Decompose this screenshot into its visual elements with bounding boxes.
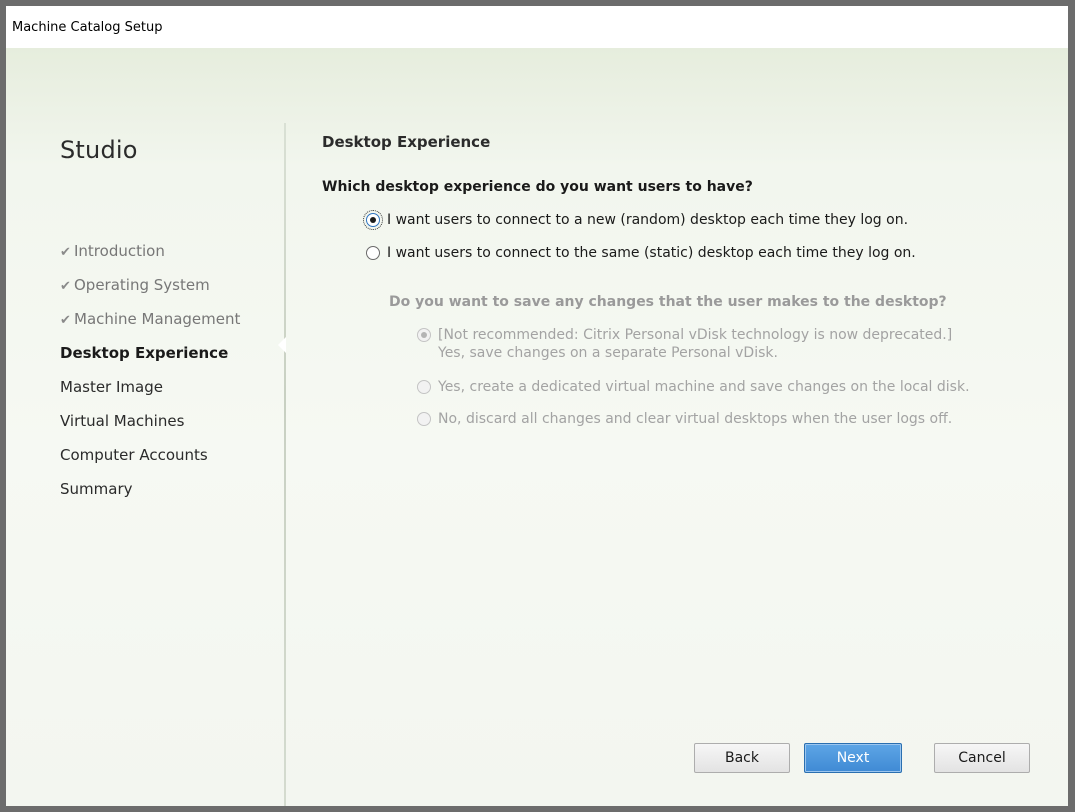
option-discard-changes[interactable]: No, discard all changes and clear virtua… — [417, 410, 952, 428]
dialog-content: Studio ✔ Introduction ✔ Operating System ✔… — [6, 48, 1068, 806]
step-desktop-experience: Desktop Experience — [60, 336, 240, 370]
step-label: Virtual Machines — [60, 412, 185, 430]
checkmark-icon: ✔ — [60, 279, 71, 294]
studio-brand: Studio — [60, 136, 138, 164]
sidebar-divider — [284, 123, 286, 806]
step-label: Introduction — [74, 242, 165, 260]
option-personal-vdisk[interactable]: [Not recommended: Citrix Personal vDisk … — [417, 326, 952, 362]
step-computer-accounts: Computer Accounts — [60, 438, 240, 472]
option-dedicated-vm[interactable]: Yes, create a dedicated virtual machine … — [417, 378, 970, 396]
radio-random-desktop[interactable] — [363, 210, 383, 230]
step-label: Operating System — [74, 276, 210, 294]
wizard-main-panel: Desktop Experience Which desktop experie… — [322, 48, 1068, 806]
title-bar: Machine Catalog Setup — [6, 6, 1068, 48]
step-introduction: ✔ Introduction — [60, 234, 240, 268]
radio-personal-vdisk[interactable] — [417, 328, 431, 342]
wizard-steps: ✔ Introduction ✔ Operating System ✔ Machine… — [60, 234, 240, 506]
checkmark-icon: ✔ — [60, 245, 71, 260]
step-machine-management: ✔ Machine Management — [60, 302, 240, 336]
window-title: Machine Catalog Setup — [12, 20, 163, 35]
cancel-button[interactable]: Cancel — [934, 743, 1030, 773]
radio-discard-changes[interactable] — [417, 412, 431, 426]
desktop-experience-question: Which desktop experience do you want use… — [322, 179, 753, 195]
option-label: Yes, create a dedicated virtual machine … — [438, 379, 970, 395]
dialog-window: Machine Catalog Setup Studio ✔ Introducti… — [0, 0, 1075, 812]
option-label-line2: Yes, save changes on a separate Personal… — [438, 345, 778, 361]
checkmark-icon: ✔ — [60, 313, 71, 328]
option-static-desktop[interactable]: I want users to connect to the same (sta… — [366, 244, 916, 262]
step-label: Machine Management — [74, 310, 241, 328]
current-step-pointer — [278, 337, 286, 353]
back-button[interactable]: Back — [694, 743, 790, 773]
radio-static-desktop[interactable] — [366, 246, 380, 260]
option-label-line1: [Not recommended: Citrix Personal vDisk … — [438, 327, 953, 343]
option-random-desktop[interactable]: I want users to connect to a new (random… — [363, 210, 909, 230]
step-operating-system: ✔ Operating System — [60, 268, 240, 302]
step-label: Computer Accounts — [60, 446, 208, 464]
step-virtual-machines: Virtual Machines — [60, 404, 240, 438]
option-label: No, discard all changes and clear virtua… — [438, 411, 953, 427]
page-heading: Desktop Experience — [322, 133, 491, 151]
step-label: Desktop Experience — [60, 344, 229, 362]
radio-dedicated-vm[interactable] — [417, 380, 431, 394]
option-label: I want users to connect to a new (random… — [387, 212, 909, 228]
step-master-image: Master Image — [60, 370, 240, 404]
step-label: Summary — [60, 480, 133, 498]
option-label: [Not recommended: Citrix Personal vDisk … — [438, 326, 952, 362]
step-summary: Summary — [60, 472, 240, 506]
step-label: Master Image — [60, 378, 163, 396]
next-button[interactable]: Next — [804, 743, 902, 773]
wizard-sidebar: Studio ✔ Introduction ✔ Operating System ✔… — [6, 48, 284, 806]
option-label: I want users to connect to the same (sta… — [387, 245, 916, 261]
save-changes-question: Do you want to save any changes that the… — [389, 294, 947, 310]
